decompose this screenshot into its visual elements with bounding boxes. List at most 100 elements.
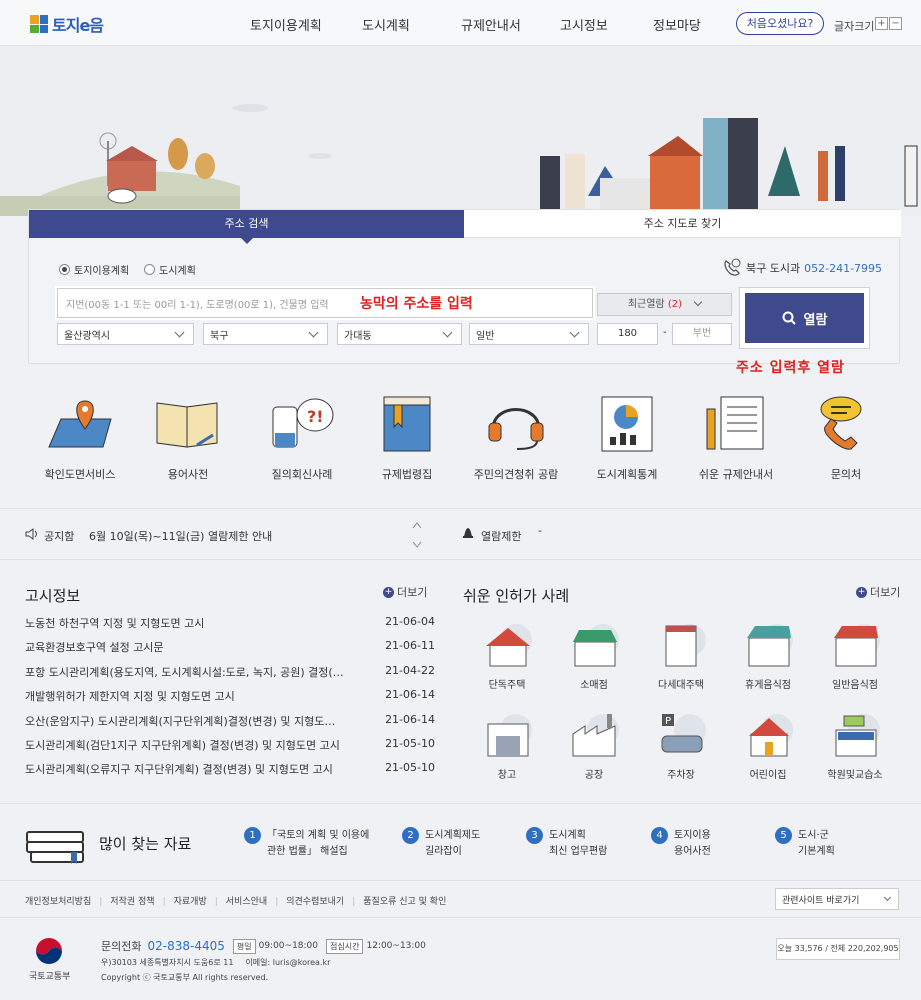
case-parking[interactable]: P 주차장 (646, 710, 716, 781)
house-icon (480, 620, 534, 670)
gosi-item[interactable]: 포항 도시관리계획(용도지역, 도시계획시설:도로, 녹지, 공원) 결정(… 2… (25, 664, 435, 680)
popular-item-number: 4 (651, 827, 668, 844)
statistics-chart-icon (592, 392, 662, 454)
apartment-icon (654, 620, 708, 670)
font-increase-button[interactable]: + (875, 17, 888, 30)
popular-item-line2: 길라잡이 (425, 846, 462, 857)
gosi-item[interactable]: 개발행위허가 제한지역 지정 및 지형도면 고시 21-06-14 (25, 688, 435, 704)
select-province[interactable]: 울산광역시 (57, 323, 194, 345)
cafe-icon (741, 620, 795, 670)
case-rest-restaurant[interactable]: 휴게음식점 (733, 620, 803, 691)
notice-label: 공지함 (44, 530, 75, 543)
open-book-icon (153, 392, 223, 454)
gosi-item-date: 21-06-11 (385, 639, 435, 652)
address-input[interactable]: 지번(00동 1-1 또는 00리 1-1), 도로명(00로 1), 건물명 … (55, 286, 595, 320)
recent-view-dropdown[interactable]: 최근열람 (2) (597, 293, 732, 316)
daycare-icon (741, 710, 795, 760)
service-label: 쉬운 규제안내서 (698, 468, 774, 481)
radio-land-use-label: 토지이용계획 (74, 266, 130, 277)
chevron-up-icon[interactable] (412, 518, 422, 529)
weekday-hours: 09:00~18:00 (258, 941, 319, 951)
gosi-item[interactable]: 도시관리계획(오류지구 지구단위계획) 결정(변경) 및 지형도면 고시 21-0… (25, 761, 435, 777)
headset-icon (481, 392, 551, 454)
related-sites-select[interactable]: 관련사이트 바로가기 (775, 888, 899, 910)
gosi-item[interactable]: 교육환경보호구역 설정 고시문 21-06-11 (25, 639, 435, 655)
font-decrease-button[interactable]: − (889, 17, 902, 30)
service-label: 확인도면서비스 (44, 468, 116, 481)
popular-item-line2: 최신 업무편람 (549, 846, 608, 857)
select-district[interactable]: 북구 (203, 323, 328, 345)
select-land-type[interactable]: 일반 (469, 323, 589, 345)
footer-link-error-report[interactable]: 품질오류 신고 및 확인 (352, 894, 446, 907)
case-multi-family[interactable]: 다세대주택 (646, 620, 716, 691)
nav-notice-info[interactable]: 고시정보 (560, 15, 608, 34)
case-warehouse[interactable]: 창고 (472, 710, 542, 781)
gosi-item-title: 도시관리계획(오류지구 지구단위계획) 결정(변경) 및 지형도면 고시 (25, 763, 333, 776)
tab-map-search[interactable]: 주소 지도로 찾기 (464, 210, 901, 238)
case-retail-store[interactable]: 소매점 (559, 620, 629, 691)
radio-unchecked-icon (144, 264, 155, 275)
popular-item-line1: 토지이용 (674, 830, 711, 841)
nav-regulation-guide[interactable]: 규제안내서 (461, 15, 521, 34)
nav-land-use[interactable]: 토지이용계획 (250, 15, 322, 34)
first-visit-button[interactable]: 처음오셨나요? (736, 12, 824, 35)
notice-bar: 공지함 6월 10일(목)~11일(금) 열람제한 안내 열람제한 - (0, 508, 921, 560)
restriction-value: - (538, 524, 542, 537)
service-confirm-map[interactable]: 확인도면서비스 (30, 392, 130, 482)
case-detached-house[interactable]: 단독주택 (472, 620, 542, 691)
service-qa-cases[interactable]: ?! 질의회신사례 (252, 392, 352, 482)
popular-item[interactable]: 5 도시·군 기본계획 (775, 827, 835, 860)
footer-link-service-guide[interactable]: 서비스안내 (215, 894, 267, 907)
select-dong[interactable]: 가대동 (337, 323, 462, 345)
service-contact[interactable]: 문의처 (796, 392, 896, 482)
footer-link-copyright[interactable]: 저작권 정책 (99, 894, 154, 907)
case-label: 학원및교습소 (827, 770, 883, 781)
gosi-item[interactable]: 도시관리계획(검단1지구 지구단위계획) 결정(변경) 및 지형도면 고시 21-… (25, 737, 435, 753)
chevron-down-icon (883, 893, 892, 902)
notice-text[interactable]: 6월 10일(목)~11일(금) 열람제한 안내 (89, 528, 272, 544)
phone-chat-icon (811, 392, 881, 454)
service-public-hearing[interactable]: 주민의견청취 공람 (466, 392, 566, 482)
popular-item[interactable]: 1 「국토의 계획 및 이용에 관한 법률」 해설집 (244, 827, 369, 860)
popular-item[interactable]: 4 토지이용 용어사전 (651, 827, 711, 860)
case-general-restaurant[interactable]: 일반음식점 (820, 620, 890, 691)
sub-number-input[interactable]: 부번 (672, 323, 732, 345)
case-factory[interactable]: 공장 (559, 710, 629, 781)
radio-checked-icon (59, 264, 70, 275)
case-daycare[interactable]: 어린이집 (733, 710, 803, 781)
footer-link-feedback[interactable]: 의견수렴보내기 (275, 894, 344, 907)
service-law-book[interactable]: 규제법령집 (357, 392, 457, 482)
footer-phone: 02-838-4405 (147, 939, 225, 953)
main-number-input[interactable]: 180 (597, 323, 658, 345)
recent-count: (2) (667, 299, 682, 310)
service-label: 문의처 (830, 468, 862, 481)
lunch-hours: 12:00~13:00 (366, 941, 426, 951)
gosi-item-date: 21-06-14 (385, 688, 435, 701)
service-urban-statistics[interactable]: 도시계획통계 (577, 392, 677, 482)
popular-item[interactable]: 3 도시계획 최신 업무편람 (526, 827, 608, 860)
radio-urban-plan[interactable]: 도시계획 (144, 262, 196, 277)
popular-item-line1: 도시계획 (549, 830, 586, 841)
view-button[interactable]: 열람 (739, 287, 870, 349)
tab-address-search[interactable]: 주소 검색 (29, 210, 464, 244)
gosi-item-title: 도시관리계획(검단1지구 지구단위계획) 결정(변경) 및 지형도면 고시 (25, 739, 340, 752)
gosi-item[interactable]: 오산(운암지구) 도시관리계획(지구단위계획)결정(변경) 및 지형도… 21-0… (25, 713, 435, 729)
nav-info-plaza[interactable]: 정보마당 (653, 15, 701, 34)
case-label: 소매점 (580, 680, 608, 691)
gosi-item[interactable]: 노동천 하천구역 지정 및 지형도면 고시 21-06-04 (25, 615, 435, 631)
footer-link-privacy[interactable]: 개인정보처리방침 (25, 894, 91, 907)
gosi-more-link[interactable]: + 더보기 (383, 584, 427, 600)
nav-urban-plan[interactable]: 도시계획 (362, 15, 410, 34)
popular-title: 많이 찾는 자료 (99, 835, 192, 853)
service-label: 도시계획통계 (596, 468, 658, 481)
service-easy-guide[interactable]: 쉬운 규제안내서 (686, 392, 786, 482)
cases-more-link[interactable]: + 더보기 (856, 584, 900, 600)
site-logo[interactable]: 토지e음 (30, 12, 104, 36)
footer-link-open-data[interactable]: 자료개방 (163, 894, 207, 907)
chevron-down-icon[interactable] (412, 538, 422, 548)
popular-item-line2: 관한 법률」 해설집 (267, 846, 348, 857)
radio-land-use[interactable]: 토지이용계획 (59, 262, 129, 277)
service-glossary[interactable]: 용어사전 (138, 392, 238, 482)
popular-item[interactable]: 2 도시계획제도 길라잡이 (402, 827, 480, 860)
case-academy[interactable]: 학원및교습소 (820, 710, 890, 781)
